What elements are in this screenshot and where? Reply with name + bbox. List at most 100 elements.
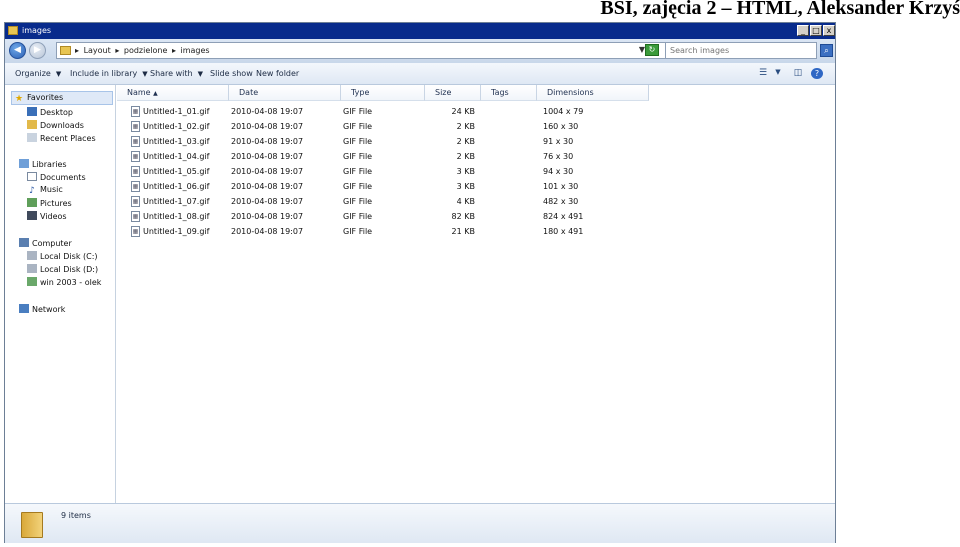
file-type: GIF File bbox=[343, 107, 373, 116]
slide-header: BSI, zajęcia 2 – HTML, Aleksander Krzyś bbox=[600, 0, 960, 19]
new-folder-button[interactable]: New folder bbox=[256, 69, 299, 78]
views-icon[interactable]: ☰ bbox=[757, 68, 769, 79]
file-name: Untitled-1_09.gif bbox=[143, 227, 210, 236]
file-dimensions: 91 x 30 bbox=[543, 137, 574, 146]
chevron-down-icon: ▼ bbox=[197, 70, 203, 78]
nav-item-downloads[interactable]: Downloads bbox=[27, 120, 84, 130]
file-name: Untitled-1_04.gif bbox=[143, 152, 210, 161]
nav-item-videos[interactable]: Videos bbox=[27, 211, 67, 221]
help-icon[interactable]: ? bbox=[811, 68, 823, 79]
file-dimensions: 180 x 491 bbox=[543, 227, 584, 236]
file-dimensions: 1004 x 79 bbox=[543, 107, 584, 116]
network-drive-icon bbox=[27, 277, 37, 286]
file-size: 24 KB bbox=[451, 107, 475, 116]
file-date: 2010-04-08 19:07 bbox=[231, 182, 304, 191]
network-icon bbox=[19, 304, 29, 313]
address-box[interactable]: ▸ Layout ▸ podzielone ▸ images ▼ bbox=[56, 42, 666, 59]
file-date: 2010-04-08 19:07 bbox=[231, 107, 304, 116]
nav-item-recent-places[interactable]: Recent Places bbox=[27, 133, 96, 143]
nav-item-favorites[interactable]: ★ Favorites bbox=[11, 91, 113, 105]
nav-item-pictures[interactable]: Pictures bbox=[27, 198, 72, 208]
drive-icon bbox=[27, 251, 37, 260]
table-row[interactable]: ▦ Untitled-1_02.gif 2010-04-08 19:07 GIF Fi… bbox=[117, 120, 637, 134]
column-header-name[interactable]: Name ▲ bbox=[117, 85, 229, 101]
breadcrumb-separator[interactable]: ▸ bbox=[115, 46, 119, 55]
nav-label: Pictures bbox=[40, 199, 72, 208]
nav-item-win2003[interactable]: win 2003 - olek bbox=[27, 277, 101, 287]
command-bar: Organize ▼ Include in library ▼ Share with… bbox=[5, 63, 835, 85]
breadcrumb-separator[interactable]: ▸ bbox=[172, 46, 176, 55]
breadcrumb-item-layout[interactable]: Layout bbox=[84, 46, 111, 55]
nav-item-local-disk-c[interactable]: Local Disk (C:) bbox=[27, 251, 98, 261]
column-label: Name bbox=[127, 88, 151, 97]
gif-file-icon: ▦ bbox=[131, 211, 140, 222]
minimize-button[interactable]: _ bbox=[797, 25, 809, 36]
downloads-icon bbox=[27, 120, 37, 129]
include-in-library-label: Include in library bbox=[70, 69, 138, 78]
column-header-dimensions[interactable]: Dimensions bbox=[537, 85, 649, 101]
nav-item-network[interactable]: Network bbox=[19, 304, 65, 314]
chevron-down-icon[interactable]: ▼ bbox=[772, 68, 784, 79]
gif-file-icon: ▦ bbox=[131, 121, 140, 132]
include-in-library-button[interactable]: Include in library ▼ bbox=[70, 69, 148, 78]
file-type: GIF File bbox=[343, 227, 373, 236]
gif-file-icon: ▦ bbox=[131, 226, 140, 237]
file-date: 2010-04-08 19:07 bbox=[231, 197, 304, 206]
organize-button[interactable]: Organize ▼ bbox=[15, 69, 61, 78]
share-with-label: Share with bbox=[150, 69, 193, 78]
nav-item-music[interactable]: ♪ Music bbox=[27, 185, 63, 196]
file-name: Untitled-1_06.gif bbox=[143, 182, 210, 191]
recent-places-icon bbox=[27, 133, 37, 142]
nav-item-computer[interactable]: Computer bbox=[19, 238, 72, 248]
column-header-tags[interactable]: Tags bbox=[481, 85, 537, 101]
table-row[interactable]: ▦ Untitled-1_06.gif 2010-04-08 19:07 GIF Fi… bbox=[117, 180, 637, 194]
search-input[interactable] bbox=[666, 43, 816, 58]
navigation-pane: ★ Favorites Desktop Downloads Recent Plac… bbox=[5, 85, 116, 503]
nav-item-documents[interactable]: Documents bbox=[27, 172, 86, 182]
share-with-button[interactable]: Share with ▼ bbox=[150, 69, 203, 78]
file-name: Untitled-1_01.gif bbox=[143, 107, 210, 116]
pictures-icon bbox=[27, 198, 37, 207]
slide-show-button[interactable]: Slide show bbox=[210, 69, 253, 78]
search-box bbox=[665, 42, 817, 59]
table-row[interactable]: ▦ Untitled-1_01.gif 2010-04-08 19:07 GIF Fi… bbox=[117, 105, 637, 119]
file-type: GIF File bbox=[343, 122, 373, 131]
title-bar[interactable]: images _ □ x bbox=[5, 23, 835, 39]
file-date: 2010-04-08 19:07 bbox=[231, 212, 304, 221]
table-row[interactable]: ▦ Untitled-1_03.gif 2010-04-08 19:07 GIF Fi… bbox=[117, 135, 637, 149]
nav-item-libraries[interactable]: Libraries bbox=[19, 159, 67, 169]
nav-label: Network bbox=[32, 305, 66, 314]
table-row[interactable]: ▦ Untitled-1_08.gif 2010-04-08 19:07 GIF Fi… bbox=[117, 210, 637, 224]
column-header-date[interactable]: Date bbox=[229, 85, 341, 101]
close-button[interactable]: x bbox=[823, 25, 835, 36]
table-row[interactable]: ▦ Untitled-1_09.gif 2010-04-08 19:07 GIF Fi… bbox=[117, 225, 637, 239]
refresh-button[interactable]: ↻ bbox=[645, 44, 659, 56]
file-dimensions: 76 x 30 bbox=[543, 152, 574, 161]
table-row[interactable]: ▦ Untitled-1_07.gif 2010-04-08 19:07 GIF Fi… bbox=[117, 195, 637, 209]
nav-label: Music bbox=[40, 185, 63, 194]
breadcrumb-item-images[interactable]: images bbox=[181, 46, 210, 55]
table-row[interactable]: ▦ Untitled-1_04.gif 2010-04-08 19:07 GIF Fi… bbox=[117, 150, 637, 164]
column-header-type[interactable]: Type bbox=[341, 85, 425, 101]
file-date: 2010-04-08 19:07 bbox=[231, 167, 304, 176]
column-header-size[interactable]: Size bbox=[425, 85, 481, 101]
breadcrumb-item-podzielone[interactable]: podzielone bbox=[124, 46, 168, 55]
gif-file-icon: ▦ bbox=[131, 106, 140, 117]
file-date: 2010-04-08 19:07 bbox=[231, 122, 304, 131]
preview-pane-icon[interactable]: ◫ bbox=[792, 68, 804, 79]
breadcrumb-separator[interactable]: ▸ bbox=[75, 46, 79, 55]
nav-label: Desktop bbox=[40, 108, 73, 117]
file-size: 3 KB bbox=[456, 182, 475, 191]
search-icon[interactable]: ⌕ bbox=[820, 44, 833, 57]
documents-icon bbox=[27, 172, 37, 181]
breadcrumb: ▸ Layout ▸ podzielone ▸ images bbox=[75, 46, 212, 55]
nav-item-desktop[interactable]: Desktop bbox=[27, 107, 73, 117]
maximize-button[interactable]: □ bbox=[810, 25, 822, 36]
back-button[interactable]: ◀ bbox=[9, 42, 26, 59]
forward-button[interactable]: ▶ bbox=[29, 42, 46, 59]
sort-ascending-icon: ▲ bbox=[153, 90, 158, 97]
file-type: GIF File bbox=[343, 182, 373, 191]
nav-item-local-disk-d[interactable]: Local Disk (D:) bbox=[27, 264, 98, 274]
table-row[interactable]: ▦ Untitled-1_05.gif 2010-04-08 19:07 GIF Fi… bbox=[117, 165, 637, 179]
nav-label: Videos bbox=[40, 212, 67, 221]
